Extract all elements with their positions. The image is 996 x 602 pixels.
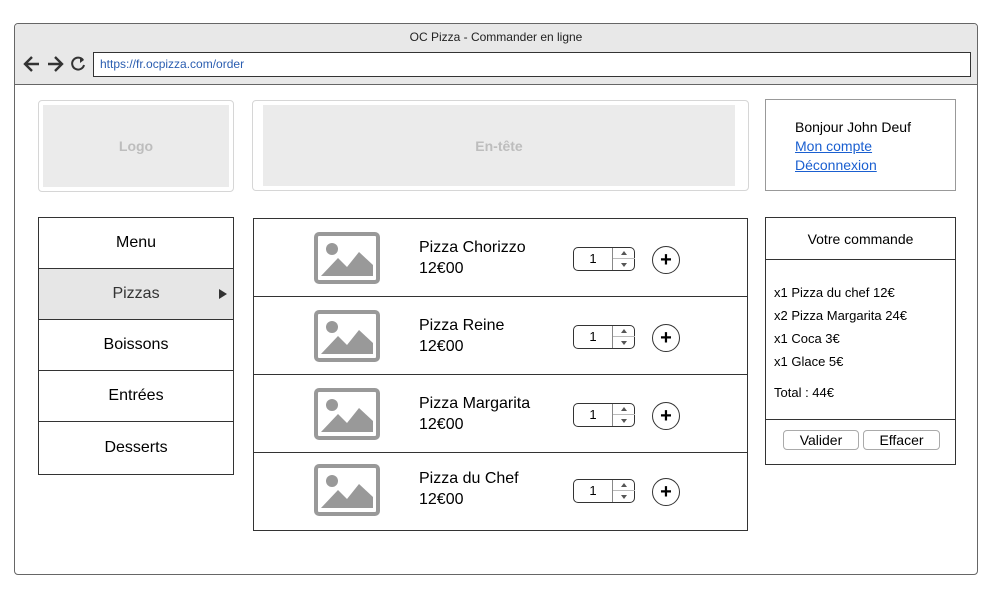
image-placeholder-icon [314,232,380,289]
logo-placeholder: Logo [38,100,234,192]
validate-button[interactable]: Valider [783,430,859,450]
increment-button[interactable] [613,326,635,337]
decrement-button[interactable] [613,491,635,502]
image-placeholder-icon [314,310,380,367]
product-name: Pizza du Chef [419,470,519,487]
menu-item-label: Entrées [108,387,164,404]
category-menu: Menu Pizzas Boissons Entrées Desserts [38,217,234,475]
order-line: x1 Pizza du chef 12€ [774,285,895,300]
menu-item-desserts[interactable]: Desserts [39,422,233,473]
quantity-stepper[interactable]: 1 [573,247,635,271]
clear-button[interactable]: Effacer [863,430,940,450]
user-panel: Bonjour John Deuf Mon compte Déconnexion [765,99,956,191]
order-title: Votre commande [766,218,955,260]
product-list: Pizza Chorizzo 12€00 1 + Pizza Reine 12€… [253,218,748,531]
product-name: Pizza Margarita [419,395,531,412]
menu-item-pizzas[interactable]: Pizzas [39,269,233,320]
product-row: Pizza Margarita 12€00 1 + [254,375,747,453]
reload-icon[interactable] [69,54,87,74]
logout-link[interactable]: Déconnexion [795,156,955,175]
order-actions: Valider Effacer [766,419,955,464]
product-price: 12€00 [419,491,464,508]
quantity-value[interactable]: 1 [574,248,612,270]
product-price: 12€00 [419,260,464,277]
decrement-button[interactable] [613,415,635,426]
product-row: Pizza Reine 12€00 1 + [254,297,747,375]
add-to-order-button[interactable]: + [652,402,680,430]
quantity-stepper[interactable]: 1 [573,403,635,427]
product-name: Pizza Reine [419,317,505,334]
product-price: 12€00 [419,416,464,433]
header-placeholder: En-tête [252,100,749,191]
order-panel: Votre commande x1 Pizza du chef 12€ x2 P… [765,217,956,465]
logo-label: Logo [43,105,229,187]
chevron-right-icon [219,289,227,299]
increment-button[interactable] [613,480,635,491]
image-placeholder-icon [314,464,380,521]
quantity-stepper[interactable]: 1 [573,325,635,349]
window-title: OC Pizza - Commander en ligne [409,30,583,44]
header-label: En-tête [263,105,735,186]
decrement-button[interactable] [613,259,635,270]
order-line: x1 Glace 5€ [774,354,844,369]
account-link[interactable]: Mon compte [795,137,955,156]
quantity-value[interactable]: 1 [574,326,612,348]
order-lines: x1 Pizza du chef 12€ x2 Pizza Margarita … [766,260,955,373]
user-greeting: Bonjour John Deuf [795,119,911,135]
decrement-button[interactable] [613,337,635,348]
menu-item-boissons[interactable]: Boissons [39,320,233,371]
menu-item-label: Pizzas [112,285,160,302]
image-placeholder-icon [314,388,380,445]
add-to-order-button[interactable]: + [652,478,680,506]
menu-item-label: Boissons [103,336,169,353]
increment-button[interactable] [613,248,635,259]
arrow-right-icon[interactable] [46,54,64,74]
add-to-order-button[interactable]: + [652,246,680,274]
product-name: Pizza Chorizzo [419,239,526,256]
product-price: 12€00 [419,338,464,355]
arrow-left-icon[interactable] [23,54,41,74]
quantity-value[interactable]: 1 [574,404,612,426]
title-bar: OC Pizza - Commander en ligne https://fr… [15,24,977,85]
add-to-order-button[interactable]: + [652,324,680,352]
increment-button[interactable] [613,404,635,415]
menu-item-label: Menu [115,234,157,251]
menu-item-menu[interactable]: Menu [39,218,233,269]
address-bar[interactable]: https://fr.ocpizza.com/order [93,52,971,77]
order-line: x1 Coca 3€ [774,331,840,346]
menu-item-entrees[interactable]: Entrées [39,371,233,422]
product-row: Pizza Chorizzo 12€00 1 + [254,219,747,297]
order-line: x2 Pizza Margarita 24€ [774,308,907,323]
menu-item-label: Desserts [104,438,168,456]
order-total: Total : 44€ [774,385,834,400]
quantity-stepper[interactable]: 1 [573,479,635,503]
quantity-value[interactable]: 1 [574,480,612,502]
product-row: Pizza du Chef 12€00 1 + [254,453,747,531]
